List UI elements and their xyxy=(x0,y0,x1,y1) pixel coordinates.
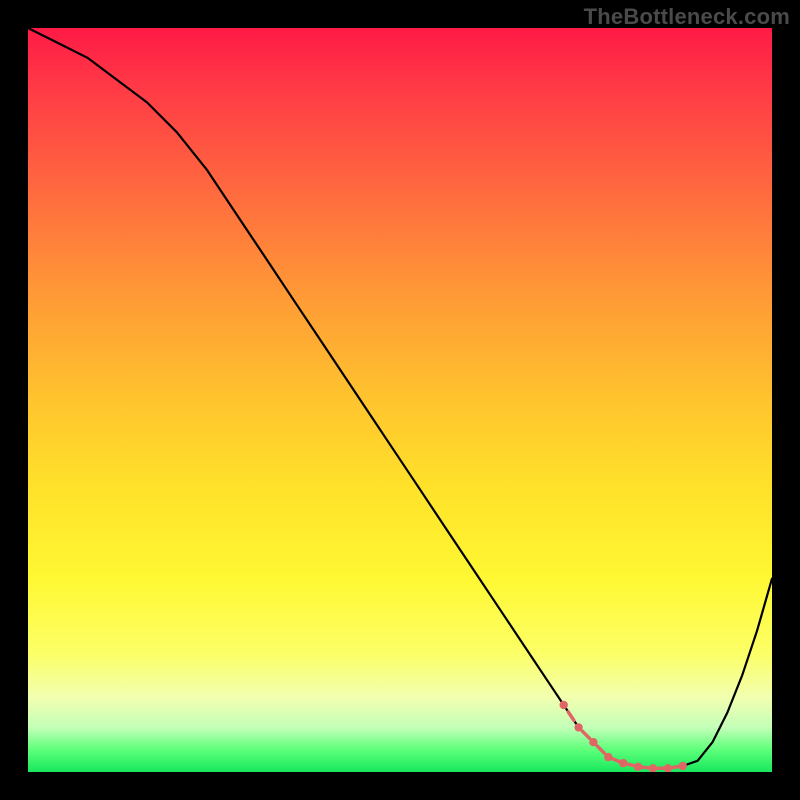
flat-marker-dot xyxy=(560,701,568,709)
bottleneck-curve xyxy=(28,28,772,768)
flat-marker-dash xyxy=(641,767,651,768)
plot-outer xyxy=(28,28,772,772)
flat-marker-dash xyxy=(597,746,604,753)
chart-frame: TheBottleneck.com xyxy=(0,0,800,800)
curve-layer xyxy=(28,28,772,772)
flat-marker-dash xyxy=(626,764,636,766)
flat-marker-dash xyxy=(670,766,680,768)
flat-marker-dash xyxy=(568,712,574,720)
watermark-text: TheBottleneck.com xyxy=(584,4,790,30)
flat-marker-dash xyxy=(611,758,620,762)
flat-marker-dash xyxy=(583,731,590,738)
flat-region-markers xyxy=(560,701,687,772)
